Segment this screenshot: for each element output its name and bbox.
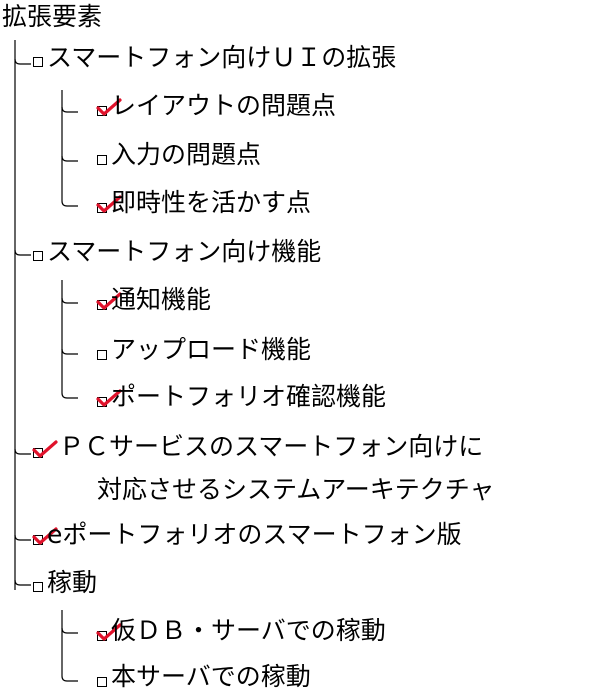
connector-n1b — [61, 155, 78, 162]
connector-n5 — [14, 579, 31, 586]
node-label: 入力の問題点 — [111, 140, 262, 169]
connector-n2b — [61, 348, 78, 355]
outline-tree: 拡張要素 スマートフォン向けＵＩの拡張 レイアウトの問題点 入力の問題点 即時性… — [0, 0, 604, 694]
checkbox-operation[interactable] — [33, 582, 43, 592]
connector-n4 — [14, 534, 31, 541]
tree-node-temp-db-server: 仮ＤＢ・サーバでの稼動 — [96, 614, 477, 648]
connector-n5a — [61, 627, 78, 634]
node-label: スマートフォン向けＵＩの拡張 — [47, 43, 397, 72]
node-label: ＰＣサービスのスマートフォン向けに — [59, 432, 484, 461]
node-label: 仮ＤＢ・サーバでの稼動 — [111, 616, 386, 645]
root-node-label: 拡張要素 — [2, 2, 103, 31]
checkbox-input-issues[interactable] — [97, 155, 107, 165]
connector-n2 — [14, 249, 31, 256]
tree-node-operation: 稼動 — [33, 566, 153, 600]
node-label-continued: 対応させるシステムアーキテクチャ — [97, 475, 495, 504]
node-label: eポートフォリオのスマートフォン版 — [47, 520, 462, 549]
checkbox-smartphone-features[interactable] — [33, 251, 43, 261]
node-label: レイアウトの問題点 — [111, 91, 337, 120]
checkbox-smartphone-ui[interactable] — [33, 57, 43, 67]
connector-n2c — [61, 392, 78, 399]
tree-node-production-server: 本サーバでの稼動 — [97, 660, 387, 694]
tree-node-input-issues: 入力の問題点 — [97, 138, 317, 172]
connector-n1c — [61, 200, 78, 207]
node-label: アップロード機能 — [111, 335, 312, 364]
tree-node-immediacy: 即時性を活かす点 — [96, 186, 387, 220]
tree-node-pc-architecture: ＰＣサービスのスマートフォン向けに 対応させるシステムアーキテクチャ — [32, 430, 604, 510]
node-label: 稼動 — [47, 568, 98, 597]
connector-n2a — [61, 297, 78, 304]
node-label: スマートフォン向け機能 — [47, 237, 322, 266]
connector-n1a — [61, 106, 78, 113]
connector-n3 — [14, 448, 31, 455]
tree-node-portfolio-check: ポートフォリオ確認機能 — [96, 380, 477, 414]
node-label: ポートフォリオ確認機能 — [111, 382, 387, 411]
connector-n1 — [14, 58, 31, 65]
checkbox-upload[interactable] — [97, 350, 107, 360]
tree-node-upload: アップロード機能 — [97, 333, 387, 367]
node-label: 通知機能 — [111, 285, 212, 314]
connector-n5b — [61, 675, 78, 682]
tree-node-smartphone-features: スマートフォン向け機能 — [33, 235, 423, 269]
tree-node-notification: 通知機能 — [96, 283, 257, 317]
tree-node-smartphone-ui: スマートフォン向けＵＩの拡張 — [33, 41, 513, 75]
tree-node-layout-issues: レイアウトの問題点 — [96, 89, 417, 123]
checkbox-production-server[interactable] — [97, 677, 107, 687]
node-label: 即時性を活かす点 — [111, 188, 312, 217]
node-label: 本サーバでの稼動 — [111, 662, 311, 691]
red-check-icon — [32, 440, 58, 458]
tree-node-eportfolio-smartphone: eポートフォリオのスマートフォン版 — [32, 518, 593, 552]
